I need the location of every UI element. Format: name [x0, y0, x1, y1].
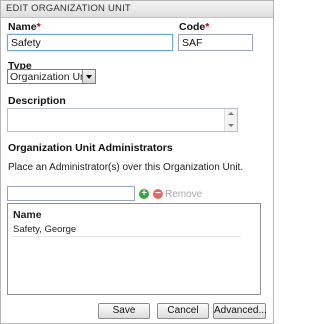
description-scrollbar[interactable]: [224, 109, 237, 131]
scroll-up-icon[interactable]: [225, 109, 237, 119]
description-textarea[interactable]: [7, 108, 238, 132]
administrators-heading: Organization Unit Administrators: [8, 142, 173, 154]
add-icon[interactable]: +: [139, 189, 149, 199]
type-select[interactable]: Organization Unit: [7, 69, 96, 84]
edit-organization-unit-dialog: EDIT ORGANIZATION UNIT Name* Code* Type …: [0, 0, 274, 324]
name-label: Name*: [8, 21, 41, 33]
code-input[interactable]: [178, 34, 253, 51]
grid-column-header-name[interactable]: Name: [13, 209, 42, 221]
administrators-grid: Name Safety, George: [7, 203, 261, 295]
table-row[interactable]: Safety, George: [11, 224, 241, 237]
remove-link[interactable]: Remove: [165, 189, 202, 200]
administrator-name: Safety, George: [13, 224, 77, 235]
scroll-down-icon[interactable]: [225, 121, 237, 131]
chevron-down-icon[interactable]: [82, 70, 95, 83]
administrator-search-input[interactable]: [7, 186, 135, 201]
administrators-help-text: Place an Administrator(s) over this Orga…: [8, 162, 244, 173]
advanced-button[interactable]: Advanced...: [213, 303, 267, 319]
type-select-value: Organization Unit: [10, 71, 92, 83]
cancel-button[interactable]: Cancel: [157, 303, 209, 319]
name-input[interactable]: [7, 34, 173, 51]
dialog-title: EDIT ORGANIZATION UNIT: [6, 3, 131, 14]
code-label: Code*: [179, 21, 210, 33]
dialog-titlebar: EDIT ORGANIZATION UNIT: [1, 1, 273, 18]
remove-icon[interactable]: −: [153, 189, 163, 199]
save-button[interactable]: Save: [98, 303, 150, 319]
description-label: Description: [8, 95, 66, 107]
